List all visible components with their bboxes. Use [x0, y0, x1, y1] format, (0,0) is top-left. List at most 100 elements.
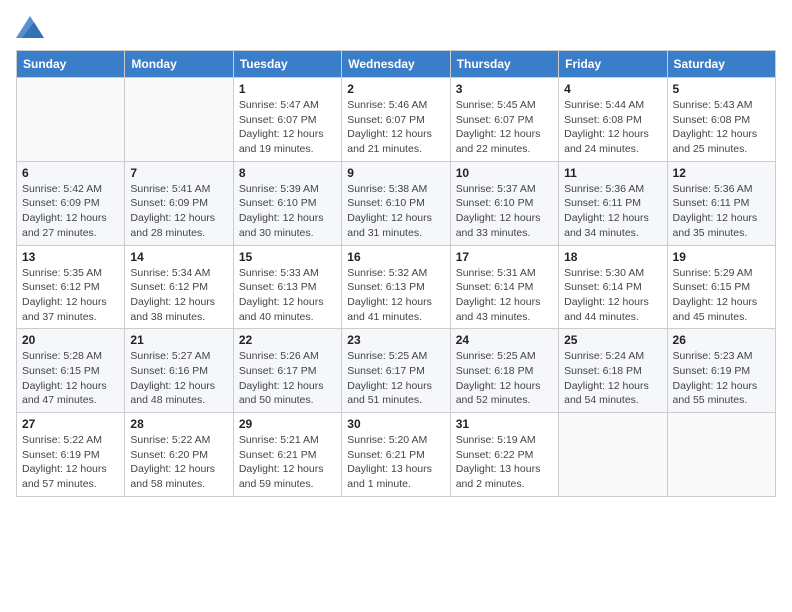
day-number: 14 [130, 250, 227, 264]
calendar-cell: 17 Sunrise: 5:31 AM Sunset: 6:14 PM Dayli… [450, 245, 558, 329]
calendar-cell: 22 Sunrise: 5:26 AM Sunset: 6:17 PM Dayli… [233, 329, 341, 413]
calendar-cell: 3 Sunrise: 5:45 AM Sunset: 6:07 PM Daylig… [450, 78, 558, 162]
day-info: Sunrise: 5:37 AM Sunset: 6:10 PM Dayligh… [456, 182, 553, 241]
calendar-cell: 29 Sunrise: 5:21 AM Sunset: 6:21 PM Dayli… [233, 413, 341, 497]
day-info: Sunrise: 5:38 AM Sunset: 6:10 PM Dayligh… [347, 182, 444, 241]
calendar-week-row: 6 Sunrise: 5:42 AM Sunset: 6:09 PM Daylig… [17, 161, 776, 245]
calendar-cell: 7Sunrise: 5:41 AM Sunset: 6:09 PM Daylig… [125, 161, 233, 245]
calendar-cell: 15 Sunrise: 5:33 AM Sunset: 6:13 PM Dayli… [233, 245, 341, 329]
day-number: 28 [130, 417, 227, 431]
calendar-cell: 6 Sunrise: 5:42 AM Sunset: 6:09 PM Daylig… [17, 161, 125, 245]
day-number: 9 [347, 166, 444, 180]
day-info: Sunrise: 5:34 AM Sunset: 6:12 PM Dayligh… [130, 266, 227, 325]
logo-icon [16, 16, 44, 38]
day-info: Sunrise: 5:20 AM Sunset: 6:21 PM Dayligh… [347, 433, 444, 492]
day-info: Sunrise: 5:45 AM Sunset: 6:07 PM Dayligh… [456, 98, 553, 157]
calendar-cell: 5 Sunrise: 5:43 AM Sunset: 6:08 PM Daylig… [667, 78, 775, 162]
weekday-header: Thursday [450, 51, 558, 78]
calendar-week-row: 27Sunrise: 5:22 AM Sunset: 6:19 PM Dayli… [17, 413, 776, 497]
calendar-cell: 11 Sunrise: 5:36 AM Sunset: 6:11 PM Dayli… [559, 161, 667, 245]
page-header [16, 16, 776, 38]
day-number: 29 [239, 417, 336, 431]
calendar-cell: 13Sunrise: 5:35 AM Sunset: 6:12 PM Dayli… [17, 245, 125, 329]
day-number: 21 [130, 333, 227, 347]
day-number: 6 [22, 166, 119, 180]
weekday-header: Saturday [667, 51, 775, 78]
day-number: 26 [673, 333, 770, 347]
logo [16, 16, 48, 38]
day-number: 12 [673, 166, 770, 180]
weekday-header: Monday [125, 51, 233, 78]
calendar-cell: 1Sunrise: 5:47 AM Sunset: 6:07 PM Daylig… [233, 78, 341, 162]
day-info: Sunrise: 5:22 AM Sunset: 6:20 PM Dayligh… [130, 433, 227, 492]
calendar-cell: 2 Sunrise: 5:46 AM Sunset: 6:07 PM Daylig… [342, 78, 450, 162]
day-number: 4 [564, 82, 661, 96]
day-info: Sunrise: 5:33 AM Sunset: 6:13 PM Dayligh… [239, 266, 336, 325]
day-number: 5 [673, 82, 770, 96]
day-info: Sunrise: 5:27 AM Sunset: 6:16 PM Dayligh… [130, 349, 227, 408]
day-number: 15 [239, 250, 336, 264]
calendar-cell: 18Sunrise: 5:30 AM Sunset: 6:14 PM Dayli… [559, 245, 667, 329]
day-info: Sunrise: 5:25 AM Sunset: 6:18 PM Dayligh… [456, 349, 553, 408]
day-number: 25 [564, 333, 661, 347]
day-info: Sunrise: 5:36 AM Sunset: 6:11 PM Dayligh… [673, 182, 770, 241]
day-info: Sunrise: 5:26 AM Sunset: 6:17 PM Dayligh… [239, 349, 336, 408]
calendar-cell: 23 Sunrise: 5:25 AM Sunset: 6:17 PM Dayli… [342, 329, 450, 413]
day-info: Sunrise: 5:42 AM Sunset: 6:09 PM Dayligh… [22, 182, 119, 241]
weekday-header: Friday [559, 51, 667, 78]
calendar-cell: 14 Sunrise: 5:34 AM Sunset: 6:12 PM Dayli… [125, 245, 233, 329]
calendar-header: SundayMondayTuesdayWednesdayThursdayFrid… [17, 51, 776, 78]
day-number: 23 [347, 333, 444, 347]
calendar-cell [667, 413, 775, 497]
day-number: 8 [239, 166, 336, 180]
day-info: Sunrise: 5:46 AM Sunset: 6:07 PM Dayligh… [347, 98, 444, 157]
calendar-week-row: 20 Sunrise: 5:28 AM Sunset: 6:15 PM Dayli… [17, 329, 776, 413]
calendar-cell [17, 78, 125, 162]
day-info: Sunrise: 5:25 AM Sunset: 6:17 PM Dayligh… [347, 349, 444, 408]
day-info: Sunrise: 5:31 AM Sunset: 6:14 PM Dayligh… [456, 266, 553, 325]
day-info: Sunrise: 5:47 AM Sunset: 6:07 PM Dayligh… [239, 98, 336, 157]
day-info: Sunrise: 5:19 AM Sunset: 6:22 PM Dayligh… [456, 433, 553, 492]
calendar-cell: 30 Sunrise: 5:20 AM Sunset: 6:21 PM Dayli… [342, 413, 450, 497]
day-number: 18 [564, 250, 661, 264]
day-number: 31 [456, 417, 553, 431]
calendar-cell: 25 Sunrise: 5:24 AM Sunset: 6:18 PM Dayli… [559, 329, 667, 413]
calendar-cell [559, 413, 667, 497]
calendar-cell: 24 Sunrise: 5:25 AM Sunset: 6:18 PM Dayli… [450, 329, 558, 413]
calendar-cell: 26 Sunrise: 5:23 AM Sunset: 6:19 PM Dayli… [667, 329, 775, 413]
day-info: Sunrise: 5:24 AM Sunset: 6:18 PM Dayligh… [564, 349, 661, 408]
day-info: Sunrise: 5:43 AM Sunset: 6:08 PM Dayligh… [673, 98, 770, 157]
day-number: 10 [456, 166, 553, 180]
weekday-header: Wednesday [342, 51, 450, 78]
calendar-cell: 12 Sunrise: 5:36 AM Sunset: 6:11 PM Dayli… [667, 161, 775, 245]
day-info: Sunrise: 5:21 AM Sunset: 6:21 PM Dayligh… [239, 433, 336, 492]
day-info: Sunrise: 5:41 AM Sunset: 6:09 PM Dayligh… [130, 182, 227, 241]
calendar-cell [125, 78, 233, 162]
calendar-cell: 4 Sunrise: 5:44 AM Sunset: 6:08 PM Daylig… [559, 78, 667, 162]
day-number: 13 [22, 250, 119, 264]
calendar-week-row: 1Sunrise: 5:47 AM Sunset: 6:07 PM Daylig… [17, 78, 776, 162]
day-info: Sunrise: 5:44 AM Sunset: 6:08 PM Dayligh… [564, 98, 661, 157]
day-number: 2 [347, 82, 444, 96]
calendar-table: SundayMondayTuesdayWednesdayThursdayFrid… [16, 50, 776, 497]
calendar-cell: 28 Sunrise: 5:22 AM Sunset: 6:20 PM Dayli… [125, 413, 233, 497]
calendar-cell: 19Sunrise: 5:29 AM Sunset: 6:15 PM Dayli… [667, 245, 775, 329]
day-number: 3 [456, 82, 553, 96]
calendar-cell: 10 Sunrise: 5:37 AM Sunset: 6:10 PM Dayli… [450, 161, 558, 245]
day-number: 17 [456, 250, 553, 264]
day-info: Sunrise: 5:28 AM Sunset: 6:15 PM Dayligh… [22, 349, 119, 408]
day-info: Sunrise: 5:22 AM Sunset: 6:19 PM Dayligh… [22, 433, 119, 492]
day-number: 11 [564, 166, 661, 180]
day-number: 22 [239, 333, 336, 347]
calendar-cell: 21 Sunrise: 5:27 AM Sunset: 6:16 PM Dayli… [125, 329, 233, 413]
weekday-header: Sunday [17, 51, 125, 78]
day-number: 16 [347, 250, 444, 264]
calendar-week-row: 13Sunrise: 5:35 AM Sunset: 6:12 PM Dayli… [17, 245, 776, 329]
day-info: Sunrise: 5:32 AM Sunset: 6:13 PM Dayligh… [347, 266, 444, 325]
day-number: 20 [22, 333, 119, 347]
day-info: Sunrise: 5:36 AM Sunset: 6:11 PM Dayligh… [564, 182, 661, 241]
day-number: 24 [456, 333, 553, 347]
weekday-header: Tuesday [233, 51, 341, 78]
day-number: 30 [347, 417, 444, 431]
day-info: Sunrise: 5:23 AM Sunset: 6:19 PM Dayligh… [673, 349, 770, 408]
